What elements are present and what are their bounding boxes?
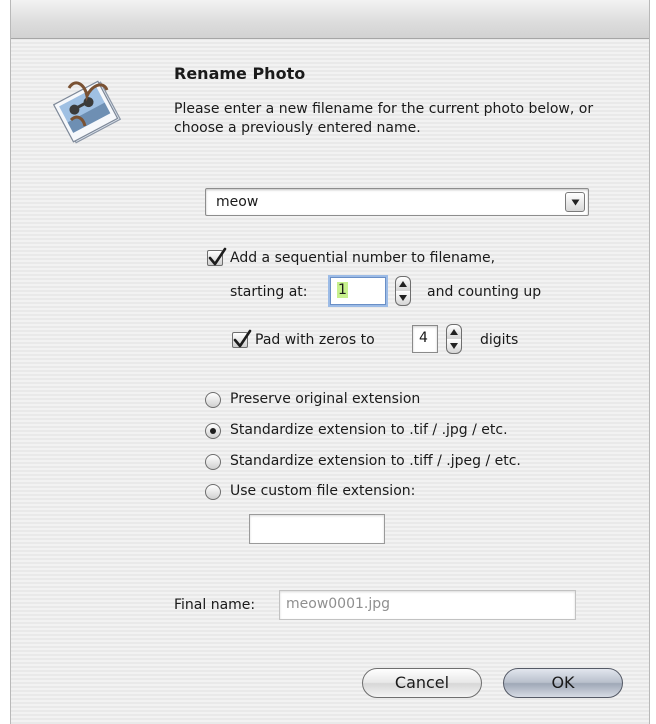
start-number-input[interactable]: 1 [330,277,386,305]
chevron-down-icon [450,343,458,349]
pad-digits-stepper[interactable] [446,324,462,354]
filename-combobox[interactable]: meow [205,188,589,216]
pad-digits-decrement[interactable] [447,339,461,353]
pad-zeros-label: Pad with zeros to [255,332,375,348]
radio-custom-extension-label: Use custom file extension: [230,483,416,499]
iphoto-app-icon [49,62,125,158]
pad-digits-input[interactable]: 4 [412,325,438,353]
final-name-value: meow0001.jpg [286,596,391,612]
radio-custom-extension[interactable] [205,484,221,500]
chevron-down-icon [399,295,407,301]
pad-digits-value: 4 [419,330,428,346]
radio-selected-dot [210,428,216,434]
starting-at-label: starting at: [230,284,308,300]
pad-digits-increment[interactable] [447,325,461,339]
start-number-increment[interactable] [396,277,410,291]
radio-preserve-extension[interactable] [205,392,221,408]
dialog-title: Rename Photo [174,64,306,83]
counting-up-label: and counting up [427,284,542,300]
final-name-label: Final name: [174,597,256,613]
rename-photo-dialog: Rename Photo Please enter a new filename… [10,0,650,724]
final-name-field: meow0001.jpg [279,590,576,620]
sequential-number-checkbox[interactable] [207,247,227,266]
ok-button[interactable]: OK [503,668,623,698]
radio-standardize-long-extension-label: Standardize extension to .tiff / .jpeg /… [230,453,521,469]
filename-value[interactable]: meow [216,194,258,210]
dialog-description: Please enter a new filename for the curr… [174,101,594,136]
pad-zeros-checkbox[interactable] [232,329,252,348]
radio-standardize-long-extension[interactable] [205,454,221,470]
sequential-number-label: Add a sequential number to filename, [230,250,496,266]
window-titlebar[interactable] [11,0,649,39]
start-number-stepper[interactable] [395,276,411,306]
radio-standardize-short-extension-label: Standardize extension to .tif / .jpg / e… [230,422,508,438]
radio-standardize-short-extension[interactable] [205,423,221,439]
custom-extension-input[interactable] [249,514,385,544]
combobox-dropdown-button[interactable] [565,192,585,212]
digits-label: digits [480,332,519,348]
start-number-value: 1 [337,282,348,298]
chevron-up-icon [399,281,407,287]
checkmark-icon [208,247,227,266]
chevron-up-icon [450,329,458,335]
cancel-button[interactable]: Cancel [362,668,482,698]
radio-preserve-extension-label: Preserve original extension [230,391,421,407]
start-number-decrement[interactable] [396,291,410,305]
chevron-down-icon [571,199,580,206]
checkmark-icon [233,329,252,348]
